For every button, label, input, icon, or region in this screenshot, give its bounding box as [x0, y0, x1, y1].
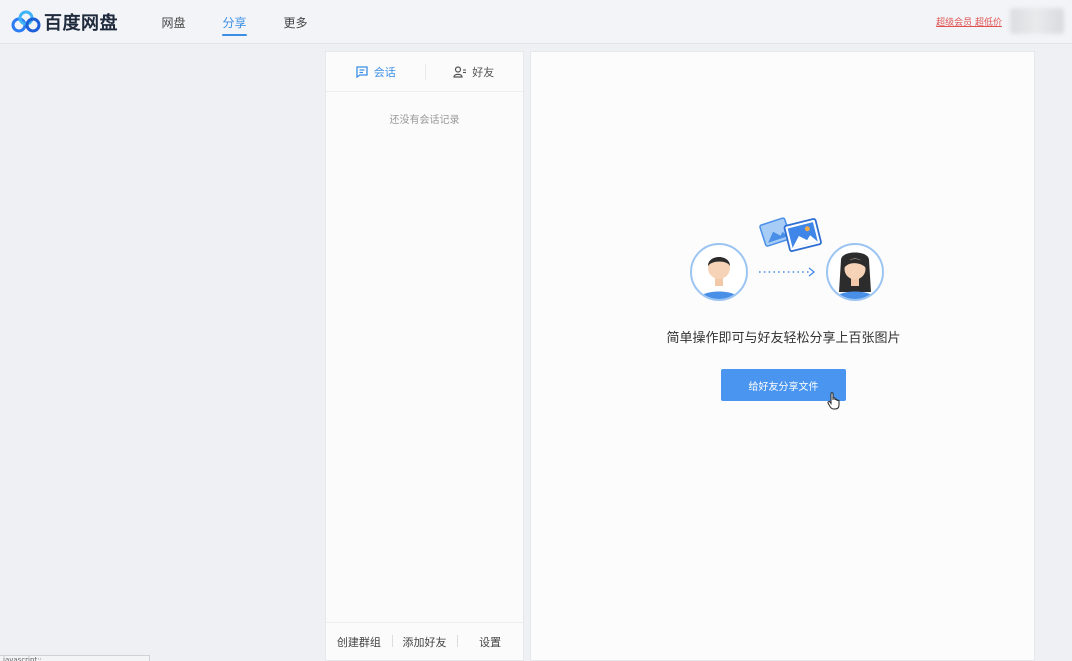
baidu-cloud-logo-icon — [11, 10, 41, 33]
chat-tabs: 会话 好友 — [326, 52, 523, 92]
create-group-button[interactable]: 创建群组 — [326, 634, 392, 650]
logo-text: 百度网盘 — [44, 13, 118, 34]
tab-friends-label: 好友 — [472, 65, 495, 79]
hand-cursor-icon — [827, 392, 840, 410]
add-friend-button[interactable]: 添加好友 — [391, 634, 458, 650]
vip-promo-link[interactable]: 超级会员 超低价 — [936, 15, 1002, 28]
settings-button[interactable]: 设置 — [457, 634, 523, 650]
photos-icon — [759, 217, 822, 252]
chat-footer: 创建群组 添加好友 设置 — [326, 622, 523, 660]
nav-item-disk[interactable]: 网盘 — [143, 0, 204, 44]
empty-conversations-text: 还没有会话记录 — [389, 115, 460, 126]
transfer-arrow-icon — [759, 267, 816, 277]
share-main-panel: 简单操作即可与好友轻松分享上百张图片 给好友分享文件 — [530, 51, 1035, 661]
logo[interactable]: 百度网盘 — [10, 8, 118, 36]
tab-friends[interactable]: 好友 — [424, 52, 524, 91]
nav-item-more[interactable]: 更多 — [265, 0, 326, 44]
user-avatar[interactable] — [1010, 8, 1064, 34]
share-illustration — [690, 217, 884, 301]
tab-conversations[interactable]: 会话 — [326, 52, 425, 91]
main-nav: 网盘 分享 更多 — [143, 0, 326, 44]
tab-conversations-label: 会话 — [373, 65, 396, 79]
person-female-icon — [826, 243, 884, 301]
top-header: 百度网盘 网盘 分享 更多 超级会员 超低价 — [0, 0, 1072, 44]
header-right: 超级会员 超低价 — [936, 8, 1064, 34]
nav-item-share[interactable]: 分享 — [204, 0, 265, 44]
browser-status-bar: javascript:; — [0, 655, 150, 661]
chat-bubble-icon — [356, 65, 368, 78]
friends-icon — [453, 65, 467, 78]
share-message: 简单操作即可与好友轻松分享上百张图片 — [666, 331, 901, 346]
person-male-icon — [690, 243, 748, 301]
chat-panel: 会话 好友 还没有会话记录 创建群组 添加好友 设置 — [325, 51, 524, 661]
